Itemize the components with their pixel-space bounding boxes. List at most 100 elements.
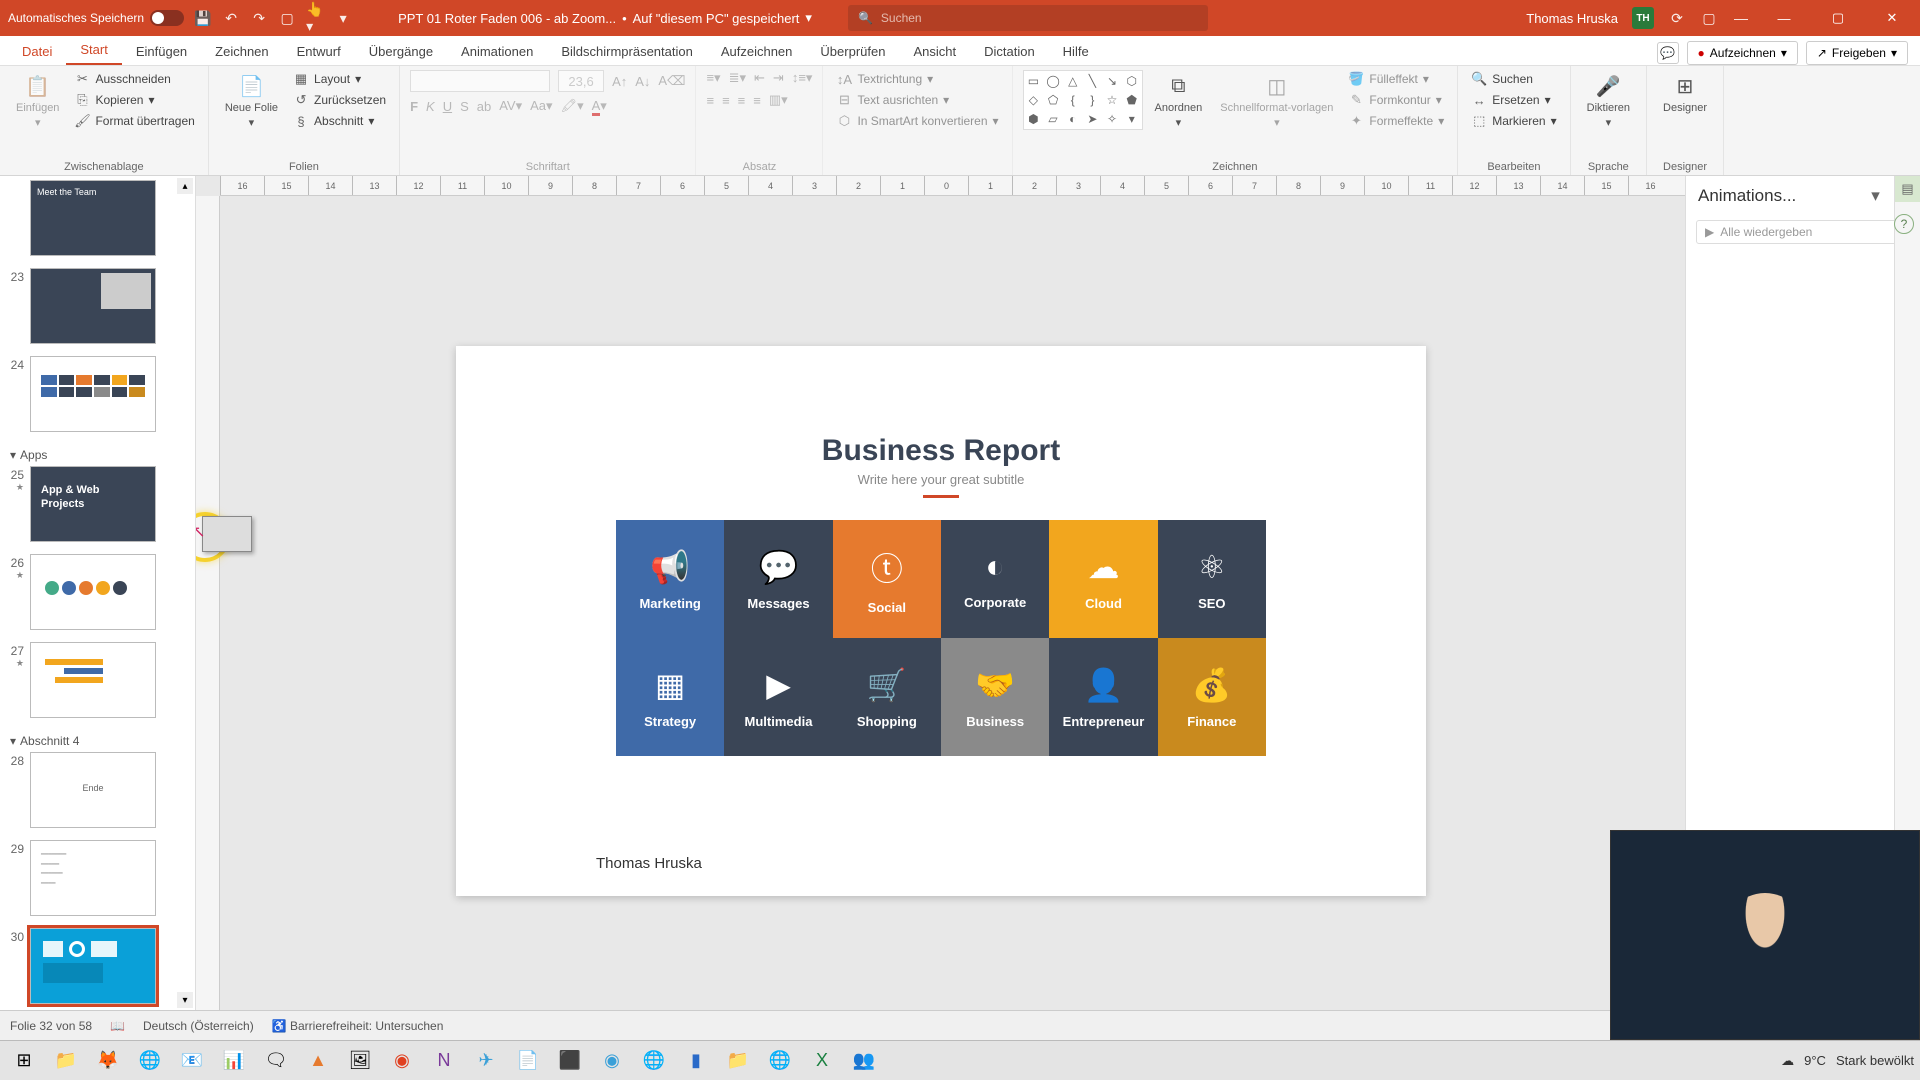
app-icon[interactable]: ◉ — [594, 1045, 630, 1077]
tile-grid[interactable]: 📢Marketing💬MessagesⓣSocial◐Corporate☁Clo… — [616, 520, 1266, 756]
underline-button[interactable]: U — [443, 99, 452, 114]
tab-animationen[interactable]: Animationen — [447, 38, 547, 65]
slide-thumbnail[interactable]: Meet the Team — [30, 180, 156, 256]
maximize-button[interactable]: ▢ — [1818, 0, 1858, 36]
section-button[interactable]: §Abschnitt▾ — [290, 112, 389, 130]
tab-dictation[interactable]: Dictation — [970, 38, 1049, 65]
tile-business[interactable]: 🤝Business — [941, 638, 1049, 756]
save-icon[interactable]: 💾 — [194, 9, 212, 27]
slide-counter[interactable]: Folie 32 von 58 — [10, 1019, 92, 1033]
highlight-button[interactable]: 🖍▾ — [561, 98, 584, 114]
tab-start[interactable]: Start — [66, 36, 121, 65]
comments-button[interactable]: 💬 — [1657, 42, 1679, 64]
shadow-button[interactable]: ab — [477, 99, 491, 114]
tile-strategy[interactable]: ▦Strategy — [616, 638, 724, 756]
slide-thumbnail[interactable] — [30, 642, 156, 718]
font-color-button[interactable]: A▾ — [592, 98, 607, 114]
section-header[interactable]: ▾Abschnitt 4 — [4, 730, 195, 752]
present-from-start-icon[interactable]: ▢ — [278, 9, 296, 27]
pane-collapse-icon[interactable]: ▾ — [1871, 186, 1880, 206]
weather-icon[interactable]: ☁ — [1781, 1053, 1794, 1069]
smartart-button[interactable]: ⬡In SmartArt konvertieren▾ — [833, 112, 1001, 130]
user-name-label[interactable]: Thomas Hruska — [1526, 11, 1618, 26]
edge-icon[interactable]: 🌐 — [762, 1045, 798, 1077]
slide-thumbnail[interactable]: ━━━━━━━━━━━━━━━━━━━━━━ — [30, 840, 156, 916]
ribbon-mode-icon[interactable]: ▢ — [1700, 9, 1718, 27]
clear-format-icon[interactable]: A⌫ — [658, 73, 685, 89]
more-qa-icon[interactable]: ▾ — [334, 9, 352, 27]
outdent-button[interactable]: ⇤ — [754, 70, 765, 86]
slide-thumbnails-panel[interactable]: ▴ Meet the Team 23 24 ▾Apps 25★App & Web… — [0, 176, 196, 1010]
paste-button[interactable]: 📋Einfügen▾ — [10, 70, 65, 131]
numbering-button[interactable]: ≣▾ — [729, 70, 746, 86]
slide-title[interactable]: Business Report — [456, 434, 1426, 468]
arrange-button[interactable]: ⧉Anordnen▾ — [1149, 70, 1209, 131]
spacing-button[interactable]: AV▾ — [499, 98, 522, 114]
shape-effects-button[interactable]: ✦Formeffekte▾ — [1345, 112, 1447, 130]
tab-ansicht[interactable]: Ansicht — [899, 38, 970, 65]
bullets-button[interactable]: ≡▾ — [706, 70, 720, 86]
slide-thumbnail-selected[interactable] — [30, 928, 156, 1004]
tile-seo[interactable]: ⚛SEO — [1158, 520, 1266, 638]
scroll-down-icon[interactable]: ▾ — [177, 992, 193, 1008]
chrome-icon[interactable]: 🌐 — [132, 1045, 168, 1077]
slide-thumbnail[interactable]: Ende — [30, 752, 156, 828]
shape-outline-button[interactable]: ✎Formkontur▾ — [1345, 91, 1447, 109]
tile-social[interactable]: ⓣSocial — [833, 520, 941, 638]
section-header[interactable]: ▾Apps — [4, 444, 195, 466]
weather-cond[interactable]: Stark bewölkt — [1836, 1053, 1914, 1068]
tab-zeichnen[interactable]: Zeichnen — [201, 38, 282, 65]
copy-button[interactable]: ⎘Kopieren▾ — [71, 91, 197, 109]
tab-entwurf[interactable]: Entwurf — [283, 38, 355, 65]
font-family-select[interactable] — [410, 70, 550, 92]
format-painter-button[interactable]: 🖌Format übertragen — [71, 112, 197, 130]
pane-tab-button[interactable]: ▤ — [1895, 176, 1920, 202]
teams-icon[interactable]: 👥 — [846, 1045, 882, 1077]
indent-button[interactable]: ⇥ — [773, 70, 784, 86]
close-button[interactable]: ✕ — [1872, 0, 1912, 36]
help-icon[interactable]: ? — [1894, 214, 1914, 234]
scroll-up-icon[interactable]: ▴ — [177, 178, 193, 194]
app-icon[interactable]: 🌐 — [636, 1045, 672, 1077]
tile-entrepreneur[interactable]: 👤Entrepreneur — [1049, 638, 1157, 756]
aufzeichnen-button[interactable]: ●Aufzeichnen▾ — [1687, 41, 1798, 65]
tab-datei[interactable]: Datei — [8, 38, 66, 65]
toggle-switch-icon[interactable] — [150, 10, 184, 26]
align-right-button[interactable]: ≡ — [738, 93, 746, 108]
play-all-button[interactable]: ▶Alle wiedergeben — [1696, 220, 1910, 244]
freigeben-button[interactable]: ↗Freigeben▾ — [1806, 41, 1908, 65]
font-size-select[interactable]: 23,6 — [558, 70, 604, 92]
tab-hilfe[interactable]: Hilfe — [1049, 38, 1103, 65]
obs-icon[interactable]: ⬛ — [552, 1045, 588, 1077]
powerpoint-icon[interactable]: 📊 — [216, 1045, 252, 1077]
redo-icon[interactable]: ↷ — [250, 9, 268, 27]
tile-shopping[interactable]: 🛒Shopping — [833, 638, 941, 756]
minimize-button[interactable]: — — [1764, 0, 1804, 36]
accessibility-label[interactable]: ♿ Barrierefreiheit: Untersuchen — [272, 1019, 444, 1033]
tab-aufzeichnen[interactable]: Aufzeichnen — [707, 38, 807, 65]
app-icon[interactable]: 🗨 — [258, 1045, 294, 1077]
sync-icon[interactable]: ⟳ — [1668, 9, 1686, 27]
new-slide-button[interactable]: 📄Neue Folie▾ — [219, 70, 284, 131]
columns-button[interactable]: ▥▾ — [769, 92, 788, 108]
tile-marketing[interactable]: 📢Marketing — [616, 520, 724, 638]
slide-subtitle[interactable]: Write here your great subtitle — [456, 472, 1426, 487]
telegram-icon[interactable]: ✈ — [468, 1045, 504, 1077]
grow-font-icon[interactable]: A↑ — [612, 74, 627, 89]
app-icon[interactable]: ▮ — [678, 1045, 714, 1077]
tile-finance[interactable]: 💰Finance — [1158, 638, 1266, 756]
tile-corporate[interactable]: ◐Corporate — [941, 520, 1049, 638]
replace-button[interactable]: ↔Ersetzen▾ — [1468, 91, 1559, 109]
tab-uebergaenge[interactable]: Übergänge — [355, 38, 447, 65]
app-icon[interactable]: 📁 — [720, 1045, 756, 1077]
align-text-button[interactable]: ⊟Text ausrichten▾ — [833, 91, 1001, 109]
justify-button[interactable]: ≡ — [753, 93, 761, 108]
author-label[interactable]: Thomas Hruska — [596, 855, 702, 872]
slide-canvas[interactable]: Business Report Write here your great su… — [456, 346, 1426, 896]
strike-button[interactable]: S — [460, 99, 469, 114]
file-explorer-icon[interactable]: 📁 — [48, 1045, 84, 1077]
touch-mode-icon[interactable]: 👆▾ — [306, 9, 324, 27]
cut-button[interactable]: ✂Ausschneiden — [71, 70, 197, 88]
document-title[interactable]: PPT 01 Roter Faden 006 - ab Zoom...• Auf… — [398, 10, 812, 26]
case-button[interactable]: Aa▾ — [530, 98, 552, 114]
